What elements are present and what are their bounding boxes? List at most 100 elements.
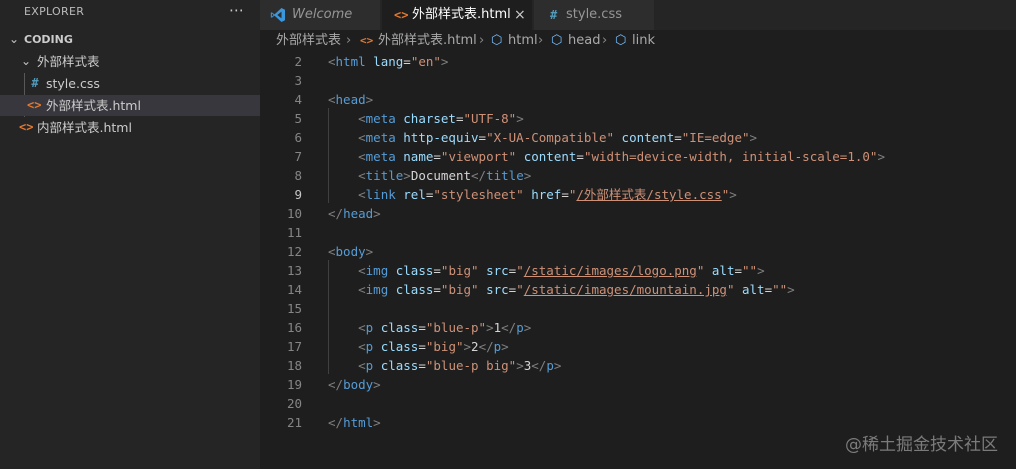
code-token: = [764, 282, 773, 297]
chevron-right-icon: › [538, 33, 544, 48]
code-token: src [486, 282, 509, 297]
code-token: </ [478, 339, 494, 354]
code-token: img [365, 282, 389, 297]
breadcrumb-item[interactable]: link [632, 30, 655, 51]
tab-welcome[interactable]: Welcome [260, 0, 380, 30]
folder-root[interactable]: ⌄ CODING [0, 29, 260, 50]
html-file-icon: <> [394, 8, 409, 22]
code-token: = [455, 111, 464, 126]
line-number: 13 [286, 263, 302, 278]
code-token: </ [328, 377, 344, 392]
code-token: "width=device-width, initial-scale=1.0" [583, 149, 878, 164]
code-line[interactable]: 6 <meta http-equiv="X-UA-Compatible" con… [260, 128, 1016, 147]
tab-style-css[interactable]: # style.css [534, 0, 654, 30]
line-number: 18 [286, 358, 302, 373]
code-token: "big" [440, 282, 479, 297]
code-line[interactable]: 13 <img class="big" src="/static/images/… [260, 261, 1016, 280]
code-token: href [531, 187, 562, 202]
breadcrumb-item[interactable]: head [568, 30, 600, 51]
code-token: "en" [410, 54, 441, 69]
code-token: "viewport" [440, 149, 517, 164]
line-number: 14 [286, 282, 302, 297]
line-number: 9 [294, 187, 302, 202]
file-item-style-css[interactable]: # style.css [0, 73, 260, 94]
code-line[interactable]: 7 <meta name="viewport" content="width=d… [260, 147, 1016, 166]
code-token: name [403, 149, 434, 164]
code-token: title [486, 168, 524, 183]
code-line[interactable]: 14 <img class="big" src="/static/images/… [260, 280, 1016, 299]
code-line[interactable]: 9 <link rel="stylesheet" href="/外部样式表/st… [260, 185, 1016, 204]
code-token: /static/images/mountain.jpg [523, 282, 727, 297]
code-line[interactable]: 2 <html lang="en"> [260, 52, 1016, 71]
code-token: < [358, 358, 366, 373]
code-text: <meta charset="UTF-8"> [328, 109, 524, 128]
code-line[interactable]: 16 <p class="blue-p">1</p> [260, 318, 1016, 337]
tab-label: style.css [566, 7, 622, 22]
code-token: meta [365, 130, 396, 145]
line-number: 3 [294, 73, 302, 88]
code-line[interactable]: 5 <meta charset="UTF-8"> [260, 109, 1016, 128]
close-icon[interactable]: × [514, 0, 526, 30]
code-token: 2 [471, 339, 479, 354]
code-token: "blue-p big" [425, 358, 517, 373]
chevron-down-icon: ⌄ [20, 54, 32, 68]
breadcrumb-item[interactable]: html [508, 30, 538, 51]
code-text: <p class="big">2</p> [328, 337, 509, 356]
code-line[interactable]: 3 [260, 71, 1016, 90]
html-file-icon: <> [27, 98, 42, 112]
html-file-icon: <> [19, 120, 34, 134]
code-token: "big" [440, 263, 479, 278]
code-token: "UTF-8" [463, 111, 517, 126]
code-line[interactable]: 20 [260, 394, 1016, 413]
breadcrumb-item[interactable]: 外部样式表.html [378, 30, 477, 51]
code-text: <html lang="en"> [328, 52, 448, 71]
code-token: </ [531, 358, 547, 373]
code-token: content [523, 149, 577, 164]
code-editor[interactable]: 2 <html lang="en"> 3 4 <head> 5 <meta charset… [260, 51, 1016, 469]
code-line[interactable]: 19 </body> [260, 375, 1016, 394]
code-token: content [621, 130, 675, 145]
code-line[interactable]: 4 <head> [260, 90, 1016, 109]
code-text: </head> [328, 204, 381, 223]
code-line[interactable]: 10 </head> [260, 204, 1016, 223]
breadcrumb-item[interactable]: 外部样式表 [276, 30, 341, 51]
code-token: > [877, 149, 885, 164]
code-line[interactable]: 17 <p class="big">2</p> [260, 337, 1016, 356]
file-item-internal-html[interactable]: <> 内部样式表.html [0, 117, 260, 138]
code-token: < [358, 168, 366, 183]
code-text: </body> [328, 375, 381, 394]
tab-external-html[interactable]: <> 外部样式表.html × [382, 0, 532, 30]
code-token: Document [410, 168, 472, 183]
tab-label: 外部样式表.html [412, 7, 511, 22]
line-number: 8 [294, 168, 302, 183]
code-token: = [403, 54, 411, 69]
code-text: <img class="big" src="/static/images/log… [328, 261, 764, 280]
code-token: < [328, 92, 336, 107]
element-icon: ⬡ [491, 33, 503, 48]
tree-item-label: 内部样式表.html [37, 120, 132, 135]
watermark-text: @稀土掘金技术社区 [845, 435, 998, 455]
ellipsis-icon[interactable]: ⋯ [229, 1, 244, 19]
vscode-logo-icon [270, 8, 285, 22]
code-line[interactable]: 8 <title>Document</title> [260, 166, 1016, 185]
code-token: class [395, 282, 434, 297]
code-token: class [395, 263, 434, 278]
folder-item[interactable]: ⌄ 外部样式表 [0, 51, 260, 72]
code-line[interactable]: 11 [260, 223, 1016, 242]
file-item-external-html[interactable]: <> 外部样式表.html [0, 95, 260, 116]
code-token: title [365, 168, 404, 183]
code-line[interactable]: 15 [260, 299, 1016, 318]
code-token: " [516, 263, 524, 278]
code-token: charset [403, 111, 456, 126]
code-line[interactable]: 18 <p class="blue-p big">3</p> [260, 356, 1016, 375]
css-file-icon: # [31, 76, 39, 90]
code-line[interactable]: 12 <body> [260, 242, 1016, 261]
